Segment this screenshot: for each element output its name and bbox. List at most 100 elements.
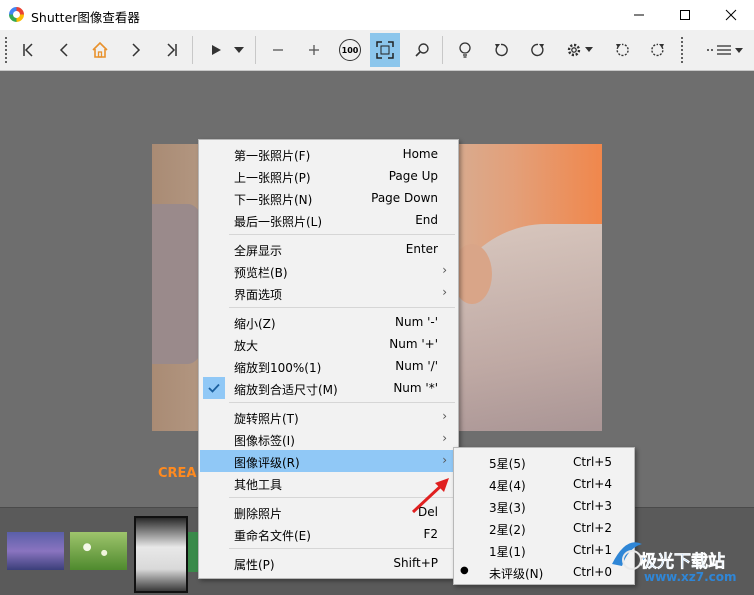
menu-item[interactable]: 属性(P) Shift+P — [200, 552, 457, 574]
thumbnail[interactable] — [188, 532, 198, 572]
rotate-right-button[interactable] — [523, 34, 553, 66]
menu-item[interactable]: 预览栏(B) › — [200, 260, 457, 282]
menu-item-shortcut: Num '/' — [395, 359, 438, 373]
rating-item[interactable]: 3星(3) Ctrl+3 — [455, 495, 633, 517]
menu-item[interactable]: 上一张照片(P) Page Up — [200, 165, 457, 187]
zoom-out-button[interactable] — [263, 34, 293, 66]
slideshow-button[interactable] — [201, 34, 231, 66]
menu-item-label: 图像标签(I) — [234, 434, 295, 448]
close-icon — [725, 9, 737, 21]
more-menu-button[interactable] — [700, 34, 750, 66]
toolbar-grip[interactable] — [680, 36, 684, 64]
menu-item-label: 上一张照片(P) — [234, 171, 311, 185]
menu-item-label: 第一张照片(F) — [234, 149, 311, 163]
flip-left-icon — [616, 43, 629, 57]
submenu-arrow-icon: › — [442, 431, 447, 445]
fit-to-window-button[interactable] — [370, 33, 400, 67]
menu-item-label: 界面选项 — [234, 288, 283, 302]
window-title: Shutter图像查看器 — [31, 10, 140, 25]
rating-item-label: 4星(4) — [489, 479, 526, 493]
menu-item-shortcut: Shift+P — [393, 556, 438, 570]
home-button[interactable] — [85, 34, 115, 66]
menu-item-label: 缩小(Z) — [234, 317, 276, 331]
menu-item[interactable]: 缩小(Z) Num '-' — [200, 311, 457, 333]
menu-item-shortcut: Page Up — [388, 169, 438, 183]
thumbnail[interactable] — [7, 532, 64, 570]
menu-item[interactable]: 旋转照片(T) › — [200, 406, 457, 428]
next-photo-button[interactable] — [121, 34, 151, 66]
thumbnail[interactable] — [134, 516, 188, 593]
settings-button[interactable] — [560, 34, 600, 66]
prev-icon — [59, 43, 68, 57]
menu-item-shortcut: Num '+' — [389, 337, 438, 351]
rating-item[interactable]: 4星(4) Ctrl+4 — [455, 473, 633, 495]
menu-item-shortcut: Num '*' — [393, 381, 438, 395]
menu-item-shortcut: End — [415, 213, 438, 227]
menu-separator — [229, 402, 455, 403]
menu-icon — [707, 45, 743, 55]
menu-item-label: 其他工具 — [234, 478, 283, 492]
search-button[interactable] — [407, 34, 437, 66]
last-photo-button[interactable] — [157, 34, 187, 66]
flip-right-button[interactable] — [643, 34, 673, 66]
submenu-arrow-icon: › — [442, 285, 447, 299]
thumbnail[interactable] — [70, 532, 127, 570]
play-icon — [212, 45, 221, 55]
check-icon — [203, 377, 225, 399]
maximize-button[interactable] — [662, 0, 708, 30]
menu-item[interactable]: 放大 Num '+' — [200, 333, 457, 355]
rotate-left-button[interactable] — [486, 34, 516, 66]
info-bulb-button[interactable] — [450, 34, 480, 66]
bulb-icon — [459, 42, 471, 58]
prev-photo-button[interactable] — [49, 34, 79, 66]
watermark-url: www.xz7.com — [644, 570, 737, 584]
menu-item[interactable]: 缩放到合适尺寸(M) Num '*' — [200, 377, 457, 399]
zoom-in-button[interactable] — [299, 34, 329, 66]
minimize-button[interactable] — [616, 0, 662, 30]
submenu-arrow-icon: › — [442, 263, 447, 277]
menu-item-label: 删除照片 — [234, 507, 283, 521]
zoom-100-icon: 100 — [339, 39, 361, 61]
rating-item-shortcut: Ctrl+2 — [572, 521, 612, 535]
toolbar-separator — [255, 36, 256, 64]
toolbar: 100 — [0, 30, 754, 71]
menu-item[interactable]: 重命名文件(E) F2 — [200, 523, 457, 545]
menu-item[interactable]: 最后一张照片(L) End — [200, 209, 457, 231]
rating-item-shortcut: Ctrl+3 — [572, 499, 612, 513]
submenu-arrow-icon: › — [442, 409, 447, 423]
minimize-icon — [634, 14, 644, 16]
menu-item[interactable]: 缩放到100%(1) Num '/' — [200, 355, 457, 377]
site-watermark: 极光下载站 www.xz7.com — [606, 534, 754, 594]
menu-item-shortcut: Enter — [405, 242, 438, 256]
menu-item[interactable]: 第一张照片(F) Home — [200, 143, 457, 165]
toolbar-separator — [192, 36, 193, 64]
menu-item[interactable]: 界面选项 › — [200, 282, 457, 304]
menu-item[interactable]: 图像标签(I) › — [200, 428, 457, 450]
first-icon — [23, 43, 33, 57]
zoom-100-button[interactable]: 100 — [335, 34, 365, 66]
first-photo-button[interactable] — [13, 34, 43, 66]
menu-item[interactable]: 下一张照片(N) Page Down — [200, 187, 457, 209]
menu-item[interactable]: 全屏显示 Enter — [200, 238, 457, 260]
slideshow-dropdown[interactable] — [229, 34, 249, 66]
maximize-icon — [680, 10, 690, 20]
toolbar-grip[interactable] — [4, 36, 8, 64]
watermark-logo-text: 极光下载站 — [640, 552, 726, 573]
menu-item-label: 最后一张照片(L) — [234, 215, 323, 229]
app-window: Shutter图像查看器 100 CREA 第一张照片(F) Home 上一张照… — [0, 0, 754, 595]
menu-item-label: 缩放到100%(1) — [234, 361, 322, 375]
flip-left-button[interactable] — [607, 34, 637, 66]
zoom-out-icon — [273, 49, 283, 51]
menu-item[interactable]: 图像评级(R) › — [200, 450, 457, 472]
rating-item-label: 1星(1) — [489, 545, 526, 559]
fit-icon — [376, 41, 394, 59]
play-dropdown-icon — [234, 47, 244, 53]
rating-item-label: 5星(5) — [489, 457, 526, 471]
submenu-arrow-icon: › — [442, 453, 447, 467]
rating-item[interactable]: 5星(5) Ctrl+5 — [455, 451, 633, 473]
menu-item-label: 预览栏(B) — [234, 266, 288, 280]
menu-item-label: 全屏显示 — [234, 244, 283, 258]
toolbar-separator — [442, 36, 443, 64]
close-button[interactable] — [708, 0, 754, 30]
flip-right-icon — [651, 43, 664, 57]
